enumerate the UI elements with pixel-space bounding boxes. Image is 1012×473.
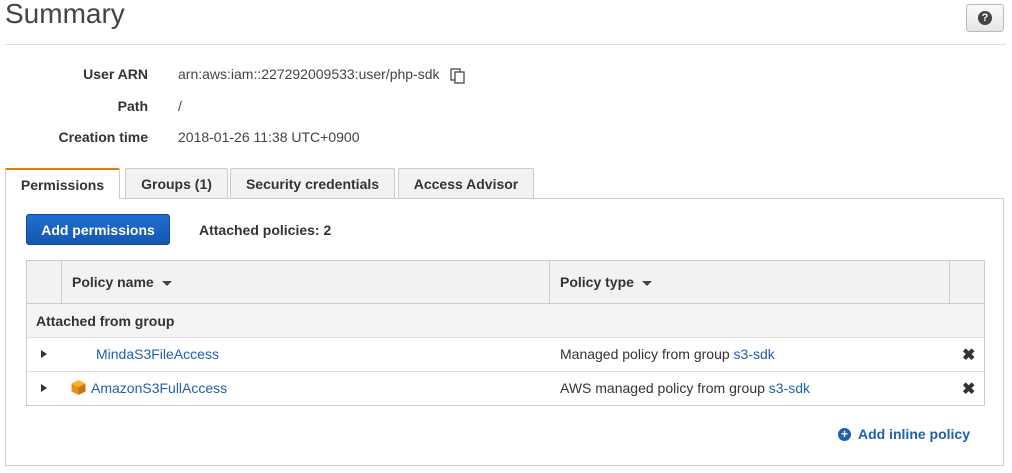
add-inline-policy-label: Add inline policy [858, 426, 971, 442]
policy-type-text: AWS managed policy from group s3-sdk [560, 380, 810, 396]
sort-caret-icon [641, 280, 652, 286]
add-permissions-button[interactable]: Add permissions [26, 214, 170, 245]
policy-type-header-label: Policy type [560, 274, 634, 290]
remove-policy-icon[interactable]: ✖ [962, 345, 975, 365]
tab-groups[interactable]: Groups (1) [125, 168, 228, 198]
policy-name-header-label: Policy name [72, 274, 154, 290]
policy-name-column-header[interactable]: Policy name [72, 261, 172, 303]
help-button[interactable]: ? [966, 4, 1004, 32]
user-arn-label: User ARN [83, 66, 148, 82]
user-arn-value: arn:aws:iam::227292009533:user/php-sdk [178, 66, 440, 82]
policy-name-link[interactable]: MindaS3FileAccess [96, 346, 219, 362]
sort-caret-icon [161, 280, 172, 286]
path-value: / [178, 98, 182, 114]
aws-cube-icon [71, 380, 86, 395]
tab-permissions[interactable]: Permissions [5, 168, 120, 199]
expand-arrow-icon[interactable] [41, 384, 47, 392]
expand-arrow-icon[interactable] [41, 350, 47, 358]
group-link[interactable]: s3-sdk [769, 380, 810, 396]
title-divider [5, 44, 1006, 45]
policy-type-prefix: Managed policy from group [560, 346, 734, 362]
table-row: MindaS3FileAccess Managed policy from gr… [27, 338, 984, 372]
table-header: Policy name Policy type [27, 261, 984, 304]
policies-table: Policy name Policy type Attached from gr… [26, 260, 985, 406]
plus-circle-icon: + [838, 427, 851, 441]
page-title: Summary [5, 0, 125, 29]
column-divider [549, 261, 550, 303]
path-label: Path [117, 98, 148, 114]
tab-access-advisor[interactable]: Access Advisor [398, 168, 534, 198]
policy-name-link[interactable]: AmazonS3FullAccess [91, 380, 227, 396]
policy-type-column-header[interactable]: Policy type [560, 261, 652, 303]
column-divider [949, 261, 950, 303]
creation-time-value: 2018-01-26 11:38 UTC+0900 [178, 129, 360, 145]
question-mark-icon: ? [978, 11, 992, 25]
copy-icon[interactable] [449, 67, 467, 85]
policy-type-prefix: AWS managed policy from group [560, 380, 769, 396]
column-divider [61, 261, 62, 303]
table-row: AmazonS3FullAccess AWS managed policy fr… [27, 372, 984, 405]
group-header-label: Attached from group [36, 313, 175, 329]
attached-policies-count: Attached policies: 2 [199, 222, 332, 238]
tab-security-credentials[interactable]: Security credentials [230, 168, 395, 198]
creation-time-label: Creation time [58, 129, 148, 145]
remove-policy-icon[interactable]: ✖ [962, 379, 975, 399]
group-header-row: Attached from group [27, 304, 984, 338]
policy-type-text: Managed policy from group s3-sdk [560, 346, 775, 362]
add-inline-policy-link[interactable]: + Add inline policy [838, 426, 970, 442]
group-link[interactable]: s3-sdk [734, 346, 775, 362]
